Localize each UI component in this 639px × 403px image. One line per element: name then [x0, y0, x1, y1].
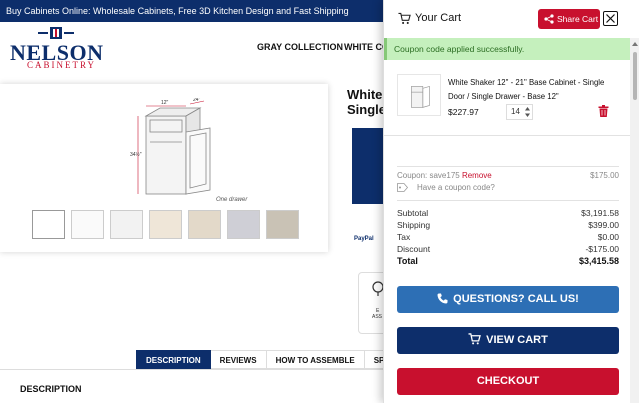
cart-title: Your Cart	[415, 12, 462, 24]
quantity-stepper[interactable]: 14	[506, 104, 533, 120]
total-label: Discount	[397, 244, 431, 254]
stepper-arrows-icon[interactable]	[525, 107, 530, 117]
view-cart-label: VIEW CART	[486, 334, 548, 346]
thumbnail[interactable]	[32, 210, 65, 239]
thumbnail[interactable]	[149, 210, 182, 239]
coupon-label: Coupon: save175	[397, 171, 460, 180]
scrollbar-thumb[interactable]	[633, 52, 637, 100]
grand-total-label: Total	[397, 256, 418, 266]
thumbnail[interactable]	[227, 210, 260, 239]
total-value: $0.00	[597, 232, 619, 242]
coupon-prompt[interactable]: Have a coupon code?	[397, 183, 495, 192]
scroll-up-arrow-icon[interactable]	[632, 42, 638, 46]
total-value: -$175.00	[585, 244, 619, 254]
item-price: $227.97	[448, 107, 479, 117]
call-us-button[interactable]: QUESTIONS? CALL US!	[397, 286, 619, 313]
total-label: Subtotal	[397, 208, 429, 218]
coupon-amount: $175.00	[590, 171, 619, 180]
close-cart-button[interactable]	[603, 11, 618, 26]
svg-text:12": 12"	[161, 100, 169, 106]
description-heading: DESCRIPTION	[20, 384, 82, 394]
shopping-cart-icon	[398, 12, 411, 24]
thumbnail-strip	[32, 210, 299, 239]
promo-text: Buy Cabinets Online: Wholesale Cabinets,…	[6, 6, 349, 16]
call-us-label: QUESTIONS? CALL US!	[453, 293, 579, 305]
coupon-prompt-text[interactable]: Have a coupon code?	[417, 183, 495, 192]
tab-description[interactable]: DESCRIPTION	[136, 350, 211, 369]
shopping-cart-icon	[468, 333, 482, 345]
cart-line-item: White Shaker 12" - 21" Base Cabinet - Si…	[384, 66, 630, 136]
thumbnail[interactable]	[110, 210, 143, 239]
total-value: $399.00	[588, 220, 619, 230]
coupon-success-alert: Coupon code applied successfully.	[384, 38, 630, 60]
cart-header: Your Cart Share Cart	[384, 0, 630, 38]
svg-text:24": 24"	[193, 98, 201, 103]
tab-reviews[interactable]: REVIEWS	[210, 350, 267, 369]
item-name[interactable]: White Shaker 12" - 21" Base Cabinet - Si…	[448, 76, 616, 104]
svg-text:34½": 34½"	[130, 151, 142, 158]
thumbnail[interactable]	[266, 210, 299, 239]
share-icon	[544, 14, 554, 24]
grand-total-value: $3,415.58	[578, 256, 619, 266]
checkout-label: CHECKOUT	[476, 375, 540, 387]
total-label: Tax	[397, 232, 411, 242]
quantity-value: 14	[511, 107, 520, 116]
subtotal-row: Subtotal $3,191.58	[397, 208, 619, 220]
trash-icon[interactable]	[598, 105, 609, 117]
brand-logo[interactable]: NELSON CABINETRY	[10, 26, 103, 70]
thumbnail[interactable]	[188, 210, 221, 239]
alert-text: Coupon code applied successfully.	[394, 44, 525, 54]
remove-coupon-link[interactable]: Remove	[462, 171, 492, 180]
total-label: Shipping	[397, 220, 431, 230]
coupon-tag-icon	[397, 183, 408, 192]
discount-row: Discount -$175.00	[397, 244, 619, 256]
paypal-logo: PayPal	[354, 236, 374, 242]
thumbnail[interactable]	[71, 210, 104, 239]
divider	[397, 200, 619, 201]
nav-item-gray-collection[interactable]: GRAY COLLECTION	[257, 42, 343, 52]
share-cart-button[interactable]: Share Cart	[538, 9, 600, 29]
tabs-divider	[0, 369, 383, 370]
view-cart-button[interactable]: VIEW CART	[397, 327, 619, 354]
assist-label: E ASS	[372, 308, 382, 320]
divider	[397, 166, 619, 167]
grand-total-row: Total $3,415.58	[397, 256, 619, 268]
tax-row: Tax $0.00	[397, 232, 619, 244]
order-totals: Subtotal $3,191.58 Shipping $399.00 Tax …	[397, 208, 619, 268]
checkout-button[interactable]: CHECKOUT	[397, 368, 619, 395]
total-value: $3,191.58	[581, 208, 619, 218]
item-thumbnail[interactable]	[397, 74, 441, 116]
brand-tagline: CABINETRY	[27, 60, 97, 70]
shipping-row: Shipping $399.00	[397, 220, 619, 232]
cart-drawer: Your Cart Share Cart Coupon code applied…	[383, 0, 639, 403]
assist-label-line: ASS	[372, 314, 383, 320]
phone-icon	[437, 293, 448, 304]
share-cart-label: Share Cart	[557, 14, 599, 24]
logo-mark-icon	[38, 27, 74, 39]
tab-how-to-assemble[interactable]: HOW TO ASSEMBLE	[266, 350, 365, 369]
product-image[interactable]: 34½" 12" 24"	[110, 98, 240, 203]
close-icon	[606, 14, 615, 23]
applied-coupon: Coupon: save175 Remove $175.00	[397, 171, 619, 180]
product-gallery: 34½" 12" 24" One drawer	[0, 84, 328, 252]
image-caption: One drawer	[216, 197, 248, 203]
